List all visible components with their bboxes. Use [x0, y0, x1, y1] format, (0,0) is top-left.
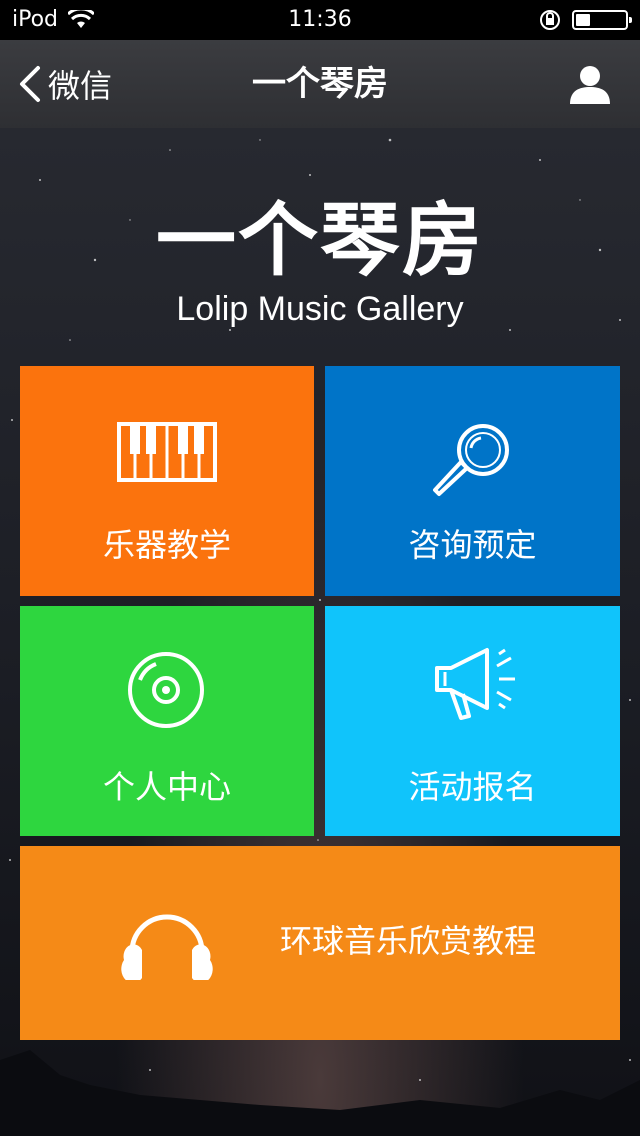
logo-english: Lolip Music Gallery — [176, 290, 464, 328]
logo-chinese: 一个琴房 — [156, 194, 484, 287]
nav-bar: 微信 一个琴房 — [0, 40, 640, 128]
status-bar: iPod 11:36 — [0, 0, 640, 40]
piano-icon — [117, 422, 217, 482]
brand-logo: 一个琴房 Lolip Music Gallery — [0, 195, 640, 329]
tile-label: 咨询预定 — [408, 526, 537, 564]
tile-label: 个人中心 — [102, 768, 231, 806]
tile-label: 乐器教学 — [102, 526, 231, 564]
megaphone-icon — [435, 648, 515, 720]
tile-personal-center[interactable]: 个人中心 — [20, 606, 314, 836]
chevron-left-icon — [20, 66, 40, 102]
tile-instrument-teaching[interactable]: 乐器教学 — [20, 366, 314, 596]
rotation-lock-icon — [540, 10, 560, 30]
disc-icon — [128, 652, 204, 728]
magnifier-icon — [433, 424, 509, 496]
battery-icon — [572, 10, 632, 30]
back-label: 微信 — [48, 67, 113, 105]
tile-global-music-course[interactable]: 环球音乐欣赏教程 — [20, 846, 620, 1040]
back-button[interactable]: 微信 — [18, 40, 112, 128]
tile-label: 活动报名 — [408, 768, 537, 806]
tile-event-signup[interactable]: 活动报名 — [325, 606, 620, 836]
tile-label: 环球音乐欣赏教程 — [280, 922, 537, 960]
tile-consult-booking[interactable]: 咨询预定 — [325, 366, 620, 596]
headphones-icon — [121, 914, 213, 980]
user-icon[interactable] — [568, 62, 612, 106]
